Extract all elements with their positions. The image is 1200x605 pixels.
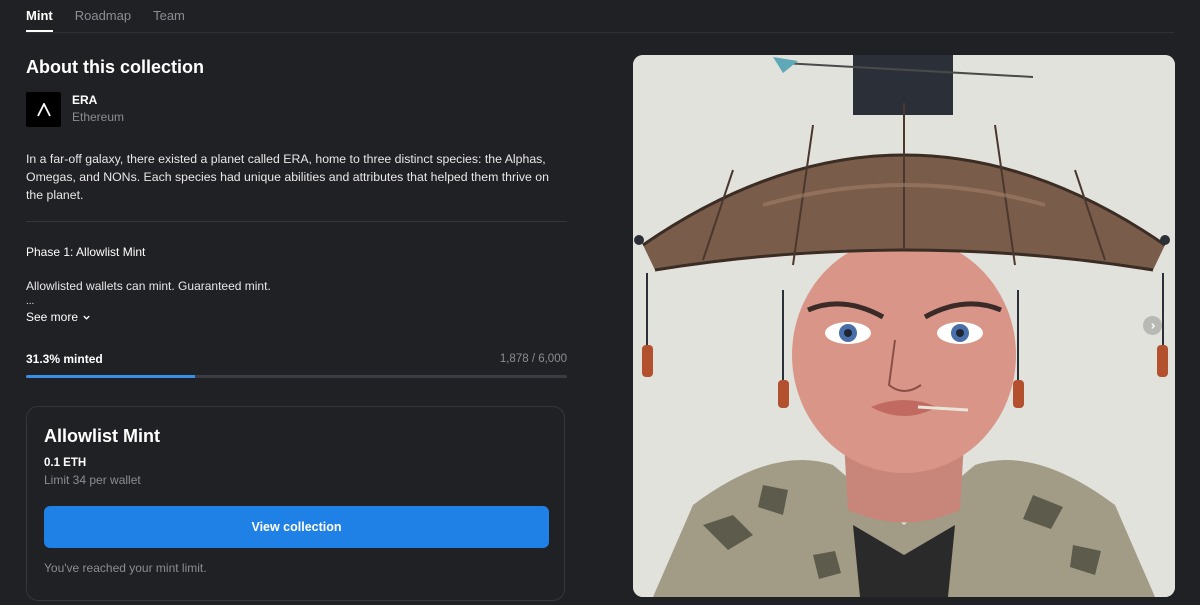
tab-divider xyxy=(26,32,1174,33)
tab-team[interactable]: Team xyxy=(153,0,185,32)
mint-price: 0.1 ETH xyxy=(44,457,87,469)
phase-title: Phase 1: Allowlist Mint xyxy=(26,245,146,259)
tab-bar: Mint Roadmap Team xyxy=(26,0,185,32)
minted-count: 1,878 / 6,000 xyxy=(499,353,567,365)
mint-limit-notice: You've reached your mint limit. xyxy=(44,561,207,575)
phase-description: Allowlisted wallets can mint. Guaranteed… xyxy=(26,279,271,293)
creator: ERA Ethereum xyxy=(26,92,567,127)
mint-card: Allowlist Mint 0.1 ETH Limit 34 per wall… xyxy=(26,406,565,601)
progress-bar xyxy=(26,375,567,378)
wallet-limit: Limit 34 per wallet xyxy=(44,473,141,487)
view-collection-button[interactable]: View collection xyxy=(44,506,549,548)
page-title: About this collection xyxy=(26,57,204,77)
tab-roadmap[interactable]: Roadmap xyxy=(75,0,131,32)
next-image-button[interactable] xyxy=(1143,316,1162,335)
minted-percent: 31.3% minted xyxy=(26,352,103,366)
mint-stage-title: Allowlist Mint xyxy=(44,426,160,446)
nft-artwork xyxy=(633,55,1175,597)
collection-description: In a far-off galaxy, there existed a pla… xyxy=(26,152,549,202)
see-more-label: See more xyxy=(26,310,79,324)
see-more-link[interactable]: See more xyxy=(26,310,91,324)
creator-name[interactable]: ERA xyxy=(72,93,124,108)
chevron-down-icon xyxy=(83,315,90,320)
tab-mint[interactable]: Mint xyxy=(26,0,53,32)
chevron-right-icon xyxy=(1150,322,1155,329)
divider xyxy=(26,221,567,222)
nft-artwork-illustration xyxy=(633,55,1175,597)
description-ellipsis: ... xyxy=(26,296,35,307)
era-logo-icon xyxy=(26,92,61,127)
creator-chain: Ethereum xyxy=(72,110,125,124)
progress-bar-fill xyxy=(26,375,196,378)
mint-progress: 31.3% minted 1,878 / 6,000 xyxy=(26,352,567,366)
collection-info: About this collection ERA Ethereum In a … xyxy=(26,56,567,378)
